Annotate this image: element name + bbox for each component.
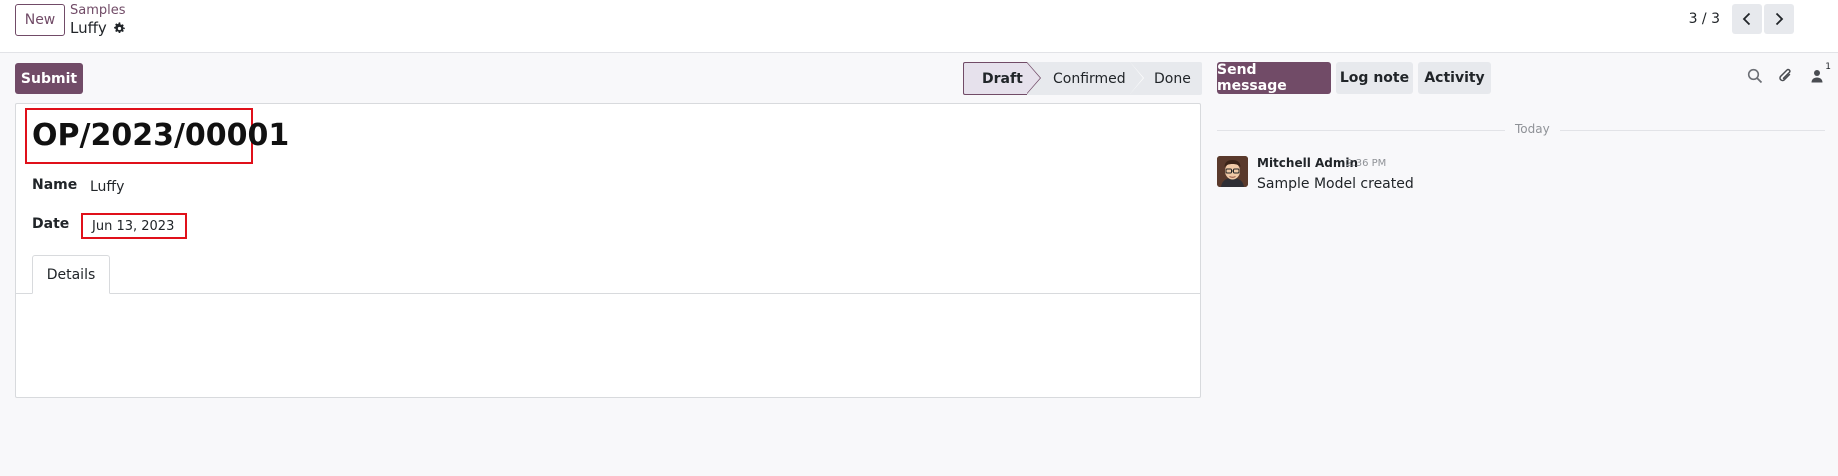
stage-label: Done <box>1154 70 1191 87</box>
stage-draft[interactable]: Draft <box>963 62 1041 95</box>
paperclip-icon[interactable] <box>1777 66 1795 86</box>
user-avatar-icon <box>1217 156 1248 187</box>
pager-buttons <box>1732 4 1794 34</box>
day-separator-label: Today <box>1505 122 1560 136</box>
message-time: 2:36 PM <box>1346 158 1387 169</box>
name-label: Name <box>32 177 78 193</box>
name-field[interactable]: Luffy <box>90 179 124 195</box>
breadcrumb: Samples Luffy <box>70 3 127 37</box>
avatar[interactable] <box>1217 156 1248 187</box>
date-value: Jun 13, 2023 <box>92 218 175 234</box>
submit-button[interactable]: Submit <box>15 63 83 94</box>
tab-details[interactable]: Details <box>32 255 110 294</box>
chevron-left-icon <box>1742 12 1751 26</box>
stage-label: Confirmed <box>1053 70 1126 87</box>
search-icon[interactable] <box>1746 66 1764 86</box>
send-message-button[interactable]: Send message <box>1217 62 1331 94</box>
record-reference: OP/2023/00001 <box>32 118 290 153</box>
new-button[interactable]: New <box>15 4 65 36</box>
log-note-button[interactable]: Log note <box>1336 62 1413 94</box>
stage-confirmed[interactable]: Confirmed <box>1027 62 1144 95</box>
chatter-topbar-icons: 1 <box>1746 62 1831 86</box>
chevron-right-icon <box>1775 12 1784 26</box>
date-label: Date <box>32 216 70 232</box>
form-sheet: OP/2023/00001 Name Luffy Date Jun 13, 20… <box>15 103 1201 398</box>
date-field[interactable]: Jun 13, 2023 <box>81 213 187 239</box>
follower-icon[interactable]: 1 <box>1808 62 1831 86</box>
pager-next-button[interactable] <box>1764 4 1794 34</box>
pager: 3 / 3 <box>1689 4 1794 34</box>
breadcrumb-current-label: Luffy <box>70 19 107 37</box>
message-body: Sample Model created <box>1257 176 1414 192</box>
breadcrumb-current: Luffy <box>70 19 127 37</box>
pager-value[interactable]: 3 / 3 <box>1689 11 1720 27</box>
stage-label: Draft <box>982 70 1023 87</box>
pager-previous-button[interactable] <box>1732 4 1762 34</box>
tab-divider <box>16 293 1200 294</box>
tab-label: Details <box>46 266 96 283</box>
status-bar: Draft Confirmed Done <box>963 62 1202 95</box>
message-author[interactable]: Mitchell Admin <box>1257 156 1358 170</box>
follower-count: 1 <box>1825 62 1831 72</box>
gear-icon[interactable] <box>113 21 127 35</box>
activity-button[interactable]: Activity <box>1418 62 1491 94</box>
breadcrumb-parent-link[interactable]: Samples <box>70 3 127 19</box>
control-panel: New Samples Luffy 3 / 3 <box>0 0 1838 53</box>
